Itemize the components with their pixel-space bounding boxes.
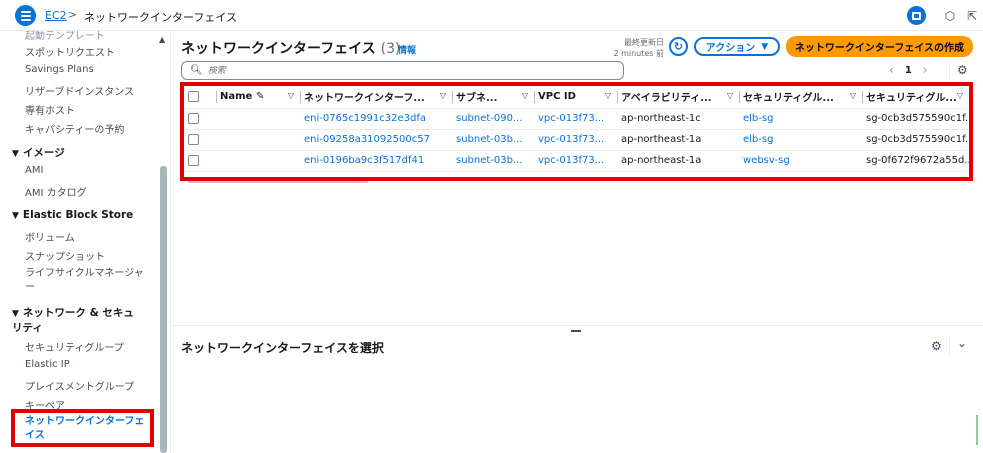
resize-handle[interactable] — [571, 330, 581, 332]
refresh-button[interactable]: ↻ — [669, 37, 688, 56]
sidebar-item-ami[interactable]: AMI — [25, 165, 43, 176]
sidebar-item-snapshots[interactable]: スナップショット — [25, 248, 105, 263]
sidebar-item-savings-plans[interactable]: Savings Plans — [25, 64, 94, 75]
last-updated-value: 2 minutes 前 — [613, 49, 664, 58]
menu-icon[interactable] — [15, 5, 36, 26]
chevron-left-icon[interactable]: ‹ — [889, 63, 894, 77]
feedback-icon[interactable]: ⇱ — [964, 8, 980, 24]
edge-indicator — [976, 415, 978, 445]
actions-label: アクション — [705, 43, 756, 54]
top-bar: EC2 > ネットワークインターフェイス ⬡ ⇱ — [0, 0, 983, 31]
sidebar-section-ebs[interactable]: ▼ Elastic Block Store — [12, 209, 133, 221]
sidebar-item-ami-catalog[interactable]: AMI カタログ — [25, 184, 87, 199]
info-link[interactable]: 情報 — [398, 43, 416, 56]
sidebar-item-security-groups[interactable]: セキュリティグループ — [25, 339, 124, 354]
search-icon: 🔍︎ — [190, 65, 203, 76]
sidebar-item-placement-groups[interactable]: プレイスメントグループ — [25, 378, 134, 393]
sidebar-item-reserved-instances[interactable]: リザーブドインスタンス — [25, 83, 134, 98]
divider — [170, 31, 171, 453]
page-title: ネットワークインターフェイス (3) — [181, 38, 400, 58]
caret-down-icon: ▼ — [12, 211, 19, 221]
scroll-up-icon[interactable]: ▲ — [159, 35, 165, 44]
details-panel-title: ネットワークインターフェイスを選択 — [181, 341, 384, 355]
sidebar-item-dedicated-hosts[interactable]: 専有ホスト — [25, 102, 75, 117]
refresh-icon: ↻ — [673, 40, 684, 53]
divider — [949, 337, 950, 355]
sidebar-item-elastic-ip[interactable]: Elastic IP — [25, 359, 70, 370]
sidebar-section-label: ネットワーク & セキュリティ — [12, 307, 134, 334]
split-divider — [171, 325, 983, 326]
chevron-down-icon[interactable]: ⌄ — [957, 336, 967, 350]
settings-hex-icon[interactable]: ⬡ — [942, 8, 958, 24]
sidebar-section-label: イメージ — [22, 147, 65, 159]
sidebar-section-images[interactable]: ▼ イメージ — [12, 145, 65, 160]
sidebar-scrollbar[interactable] — [160, 166, 167, 453]
sidebar-item-capacity-reservations[interactable]: キャパシティーの予約 — [25, 121, 124, 136]
page-number[interactable]: 1 — [905, 65, 912, 76]
search-input[interactable] — [207, 65, 588, 76]
caret-down-icon: ▼ — [12, 149, 19, 159]
last-updated-label: 最終更新日 — [624, 38, 664, 47]
highlight-box-table — [180, 82, 973, 181]
panel-toggle-icon[interactable] — [907, 6, 926, 25]
chevron-right-icon: > — [68, 8, 78, 21]
highlight-box-sidebar — [11, 409, 154, 447]
chevron-right-icon[interactable]: › — [923, 63, 928, 77]
gear-icon[interactable]: ⚙ — [957, 63, 968, 77]
search-field[interactable]: 🔍︎ — [181, 61, 624, 80]
sidebar-section-network-security[interactable]: ▼ ネットワーク & セキュリティ — [12, 306, 142, 335]
caret-down-icon: ▼ — [761, 41, 769, 52]
last-updated: 最終更新日 2 minutes 前 — [612, 37, 664, 59]
sidebar-section-label: Elastic Block Store — [22, 209, 134, 221]
create-network-interface-button[interactable]: ネットワークインターフェイスの作成 — [786, 36, 973, 57]
pagination: ‹ 1 › — [889, 63, 928, 77]
gear-icon[interactable]: ⚙ — [931, 339, 942, 353]
sidebar: 起動テンプレート スポットリクエスト Savings Plans リザーブドイン… — [0, 31, 170, 453]
divider — [949, 62, 950, 80]
sidebar-item-lifecycle-manager[interactable]: ライフサイクルマネージャー — [25, 267, 145, 295]
sidebar-item-launch-templates[interactable]: 起動テンプレート — [25, 31, 105, 42]
sidebar-item-volumes[interactable]: ボリューム — [25, 229, 75, 244]
page-title-text: ネットワークインターフェイス — [181, 41, 376, 57]
breadcrumb-ec2-link[interactable]: EC2 — [45, 9, 67, 22]
caret-down-icon: ▼ — [12, 309, 19, 319]
sidebar-item-spot-requests[interactable]: スポットリクエスト — [25, 44, 115, 59]
breadcrumb-current: ネットワークインターフェイス — [84, 11, 238, 24]
actions-button[interactable]: アクション ▼ — [694, 37, 780, 56]
